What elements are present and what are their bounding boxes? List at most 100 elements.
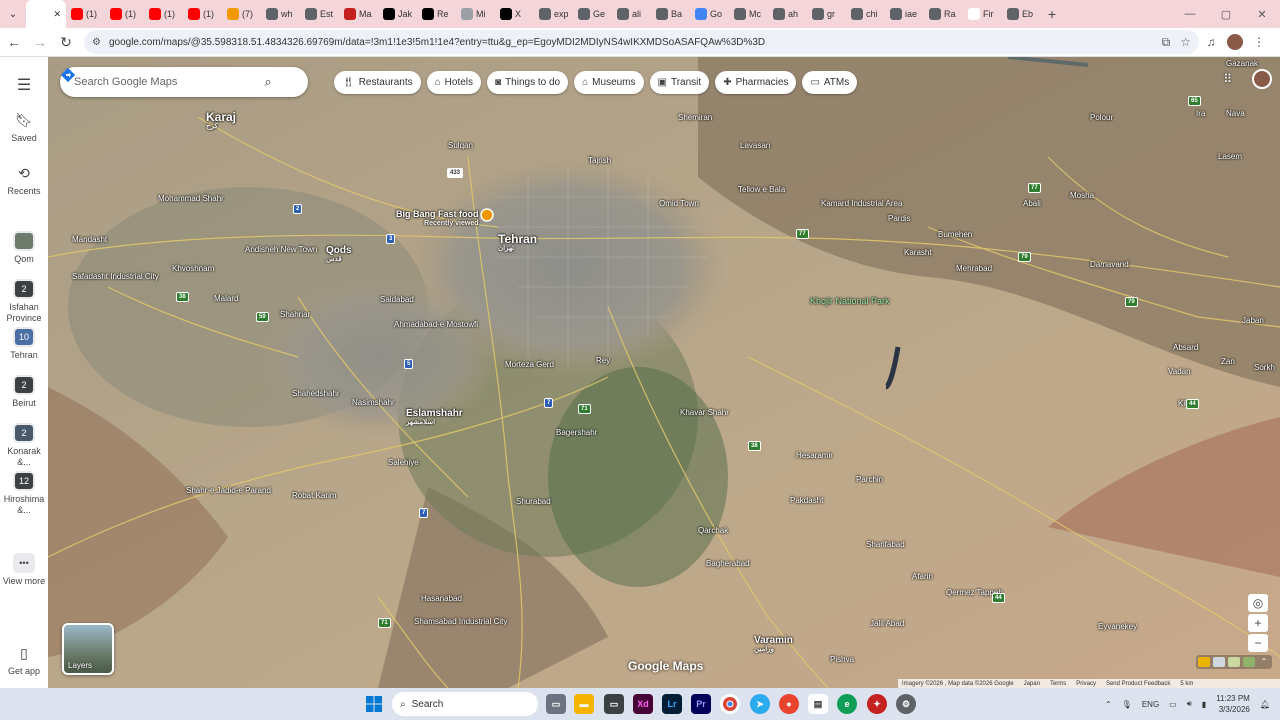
browser-tab[interactable]: gr [807,0,846,28]
map-label-damavand[interactable]: Damavand [1090,260,1129,269]
map-label-omid[interactable]: Omid Town [659,199,699,208]
map-label-sorkh[interactable]: Sorkh [1254,363,1275,372]
microphone-icon[interactable]: 🎙︎ [1122,700,1132,709]
browser-menu-icon[interactable]: ⋮ [1247,30,1271,54]
map-label-shahriar[interactable]: Shahriar [280,310,310,319]
browser-tab[interactable]: wh [261,0,300,28]
map-label-lasem[interactable]: Lasem [1218,152,1242,161]
my-location-icon[interactable]: ◎ [1248,594,1268,612]
browser-tab[interactable]: exp [534,0,573,28]
chip-transit[interactable]: ▣ Transit [649,71,710,94]
install-app-icon[interactable]: ⧉ [1162,35,1171,50]
map-label-vadan[interactable]: Vadan [1168,367,1191,376]
browser-tab[interactable]: ✕ [26,0,66,28]
terminal-icon[interactable]: ▭ [604,694,624,714]
map-label-qarchak[interactable]: Qarchak [698,526,728,535]
saved-button[interactable]: 🔖︎ Saved [0,112,48,144]
close-tab-icon[interactable]: ✕ [53,9,61,20]
reload-icon[interactable]: ↻ [54,30,78,54]
battery-icon[interactable]: ▮ [1202,700,1206,709]
close-window-icon[interactable]: ✕ [1244,0,1280,28]
browser-tab[interactable]: Ma [339,0,378,28]
browser-tab[interactable]: Ra [924,0,963,28]
chrome-icon[interactable] [720,694,740,714]
account-avatar[interactable] [1252,69,1272,89]
map-label-mandasht[interactable]: Mandasht [72,235,107,244]
satellite-map[interactable]: Karaj کرج Tehran تهران Eslamshahr اسلامشهر … [48,57,1280,688]
profile-avatar[interactable] [1223,30,1247,54]
browser-tab[interactable]: (1) [144,0,183,28]
browser-tab[interactable]: (7) [222,0,261,28]
browser-tab[interactable]: Jak [378,0,417,28]
windows-start-icon[interactable] [366,696,382,712]
maximize-icon[interactable]: ▢ [1208,0,1244,28]
media-control-icon[interactable]: ♫ [1199,30,1223,54]
get-app-button[interactable]: ▯ Get app [0,645,48,677]
browser-tab[interactable]: ah [768,0,807,28]
credit-item[interactable]: Japan [1024,681,1040,687]
map-label-nasimshahr[interactable]: Nasimshahr [352,398,395,407]
zoom-in-button[interactable]: + [1248,614,1268,632]
map-label-khvoshnam[interactable]: Khvoshnam [172,264,214,273]
file-explorer-icon[interactable]: ▬ [574,694,594,714]
site-info-icon[interactable]: ⚙ [92,37,101,48]
tab-search-chevron-icon[interactable]: ⌄ [0,0,26,28]
recents-button[interactable]: ⟲ Recents [0,165,48,197]
search-input[interactable]: Search Google Maps [74,76,258,88]
map-label-pishva[interactable]: Pishva [830,655,854,664]
browser-tab[interactable]: (1) [105,0,144,28]
chip-museums[interactable]: ⌂ Museums [574,71,644,94]
map-label-khavar[interactable]: Khavar Shahr [680,408,729,417]
map-label-varamin[interactable]: Varamin ورامین [754,636,793,654]
map-label-zan[interactable]: Zan [1221,357,1235,366]
map-label-eslamshahr[interactable]: Eslamshahr اسلامشهر [406,409,463,427]
map-label-pakdasht[interactable]: Pakdasht [790,496,823,505]
map-label-karasht[interactable]: Karasht [904,248,932,257]
browser-tab[interactable]: Est [300,0,339,28]
map-type-default[interactable] [1213,657,1225,667]
search-icon[interactable]: ⌕ [258,74,278,90]
map-label-shamsabad[interactable]: Shamsabad Industrial City [414,617,507,626]
browser-tab[interactable]: Fir [963,0,1002,28]
chip-pharmacies[interactable]: ✚ Pharmacies [715,71,797,94]
map-label-khojir[interactable]: Khojir National Park [810,297,890,306]
recent-place[interactable]: Qom [0,231,48,265]
recent-place[interactable]: 2 Konarak &... [0,423,48,468]
expand-chevron-icon[interactable]: ⌃ [1258,657,1270,667]
map-label-shemiran[interactable]: Shemiran [678,113,712,122]
map-label-kamard[interactable]: Kamard Industrial Area [821,199,902,208]
language-indicator[interactable]: ENG [1142,700,1159,709]
map-label-bagershahr[interactable]: Bagershahr [556,428,597,437]
map-label-pardis[interactable]: Pardis [888,214,911,223]
browser-tab[interactable]: chi [846,0,885,28]
forward-icon[interactable]: → [28,30,52,54]
adobe-xd-icon[interactable]: Xd [633,694,653,714]
recent-place[interactable]: 2 Isfahan Province [0,279,48,324]
view-more-button[interactable]: ••• View more [0,553,48,587]
map-label-mehrabad[interactable]: Mehrabad [956,264,992,273]
browser-tab[interactable]: (1) [66,0,105,28]
map-label-sulqan[interactable]: Sulqan [448,141,473,150]
google-apps-icon[interactable]: ⠿ [1223,72,1232,86]
map-label-shurabad[interactable]: Shurabad [516,497,551,506]
recent-place[interactable]: 2 Beirut [0,375,48,409]
layers-button[interactable]: Layers [62,623,114,675]
map-label-malard[interactable]: Malard [214,294,238,303]
map-label-mosha[interactable]: Mosha [1070,191,1094,200]
network-icon[interactable]: ▭ [1169,700,1177,709]
settings-icon[interactable]: ⚙ [896,694,916,714]
telegram-icon[interactable]: ➤ [750,694,770,714]
credit-item[interactable]: Privacy [1076,681,1096,687]
notepad-icon[interactable]: ▤ [808,694,828,714]
map-label-absard[interactable]: Absard [1173,343,1198,352]
premiere-icon[interactable]: Pr [691,694,711,714]
browser-tab[interactable]: X [495,0,534,28]
browser-tab[interactable]: Eb [1002,0,1041,28]
map-label-parchin[interactable]: Parchin [856,475,883,484]
minimize-icon[interactable]: — [1172,0,1208,28]
map-label-shahre-jadid[interactable]: Shahr-e Jadid-e Parand [186,486,271,495]
directions-icon[interactable] [60,67,300,93]
pegman-icon[interactable] [1198,657,1210,667]
map-label-tehran[interactable]: Tehran تهران [498,233,537,253]
map-label-mohammad[interactable]: Mohammad Shahr [158,194,224,203]
